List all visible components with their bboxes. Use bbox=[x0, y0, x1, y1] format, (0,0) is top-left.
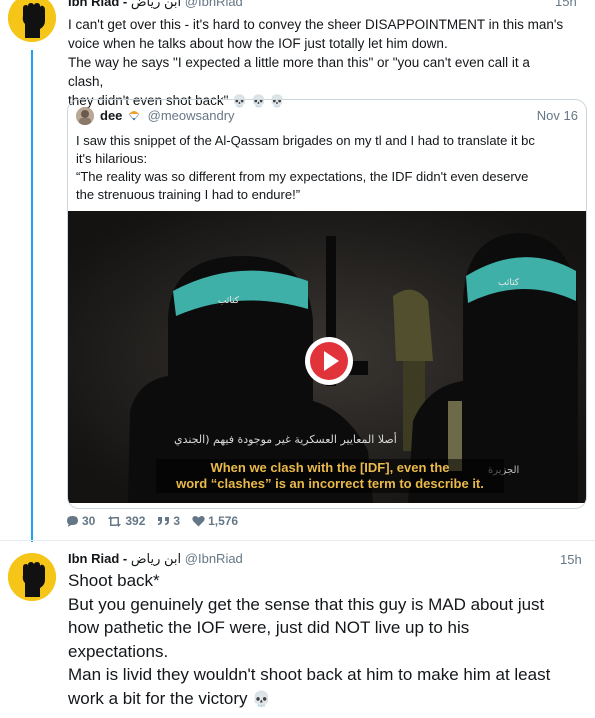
thread-line bbox=[31, 50, 33, 542]
engagement-bar: 30 392 3 1,576 bbox=[66, 514, 250, 528]
quoted-tweet[interactable]: dee @meowsandry Nov 16 I saw this snippe… bbox=[67, 99, 587, 509]
tweet-text: Shoot back* But you genuinely get the se… bbox=[68, 569, 578, 711]
avatar[interactable] bbox=[8, 553, 56, 601]
skull-emoji: 💀 bbox=[252, 689, 271, 708]
tweet-line: expectations. bbox=[68, 641, 169, 661]
svg-text:ﻛﺘﺎﺋﺐ: ﻛﺘﺎﺋﺐ bbox=[218, 296, 240, 306]
arabic-subtitle: أصلا المعايير العسكرية غير موجودة فيهم (… bbox=[174, 433, 397, 446]
like-button[interactable]: 1,576 bbox=[192, 514, 238, 528]
quoted-timestamp[interactable]: Nov 16 bbox=[537, 108, 578, 123]
tweet-timestamp[interactable]: 15h bbox=[555, 0, 577, 9]
tweet-line: work a bit for the victory 💀 bbox=[68, 688, 271, 708]
reply-icon bbox=[67, 516, 78, 527]
quoted-line: the strenuous training I had to endure!” bbox=[76, 187, 301, 202]
tweet-line: Shoot back* bbox=[68, 571, 160, 590]
tweet-line: But you genuinely get the sense that thi… bbox=[68, 594, 545, 614]
tweet-header: Ibn Riad - ابن رياض @IbnRiad bbox=[68, 551, 243, 567]
quoted-line: I saw this snippet of the Al-Qassam brig… bbox=[76, 133, 535, 148]
retweet-button[interactable]: 392 bbox=[107, 514, 145, 528]
heart-icon bbox=[192, 515, 205, 527]
author-name[interactable]: Ibn Riad - bbox=[68, 0, 127, 9]
retweet-icon bbox=[108, 515, 122, 527]
play-button[interactable] bbox=[305, 337, 353, 385]
caption-line: When we clash with the [IDF], even the bbox=[210, 460, 450, 475]
author-arabic-name[interactable]: ابن رياض bbox=[131, 0, 181, 9]
author-name[interactable]: Ibn Riad - bbox=[68, 551, 127, 566]
tweet-text: I can't get over this - it's hard to con… bbox=[68, 15, 568, 111]
caption-line: word “clashes” is an incorrect term to d… bbox=[176, 476, 484, 491]
quote-count: 3 bbox=[173, 514, 181, 528]
retweet-count: 392 bbox=[125, 514, 146, 528]
play-icon bbox=[306, 338, 352, 384]
quote-icon bbox=[158, 517, 170, 525]
video-player[interactable]: ﻛﺘﺎﺋﺐ ﻛﺘﺎﺋﺐ ﺍﻟﺠﺰﻳﺮﺓ أصلا المعايير العسكر… bbox=[68, 211, 586, 503]
raised-fist-icon bbox=[8, 553, 56, 601]
parachute-emoji-icon bbox=[128, 111, 140, 121]
author-name[interactable]: dee bbox=[100, 108, 122, 123]
avatar[interactable] bbox=[8, 0, 56, 42]
tweet-line: The way he says "I expected a little mor… bbox=[68, 55, 530, 89]
tweet-divider bbox=[0, 540, 595, 541]
tweet-header: Ibn Riad - ابن رياض @IbnRiad bbox=[68, 0, 243, 10]
author-arabic-name[interactable]: ابن رياض bbox=[131, 551, 181, 566]
svg-text:ﻛﺘﺎﺋﺐ: ﻛﺘﺎﺋﺐ bbox=[498, 278, 520, 288]
like-count: 1,576 bbox=[208, 514, 239, 528]
quoted-tweet-header: dee @meowsandry bbox=[100, 108, 235, 123]
avatar-image bbox=[76, 107, 94, 125]
avatar[interactable] bbox=[76, 107, 94, 125]
tweet-line: how pathetic the IOF were, just did NOT … bbox=[68, 618, 470, 637]
reply-count: 30 bbox=[82, 514, 96, 528]
author-handle[interactable]: @IbnRiad bbox=[185, 551, 243, 566]
quoted-line: “The reality was so different from my ex… bbox=[76, 169, 529, 184]
reply-button[interactable]: 30 bbox=[66, 514, 95, 528]
video-caption: When we clash with the [IDF], even the w… bbox=[156, 459, 504, 493]
author-handle[interactable]: @IbnRiad bbox=[185, 0, 243, 9]
tweet-line: I can't get over this - it's hard to con… bbox=[68, 17, 564, 32]
quoted-tweet-text: I saw this snippet of the Al-Qassam brig… bbox=[76, 132, 576, 204]
tweet-line: voice when he talks about how the IOF ju… bbox=[68, 36, 448, 51]
tweet-timestamp[interactable]: 15h bbox=[560, 552, 582, 567]
author-handle[interactable]: @meowsandry bbox=[148, 108, 235, 123]
tweet-line: Man is livid they wouldn't shoot back at… bbox=[68, 665, 551, 684]
quoted-line: it's hilarious: bbox=[76, 151, 148, 166]
raised-fist-icon bbox=[8, 0, 56, 42]
quote-tweet-button[interactable]: 3 bbox=[157, 514, 180, 528]
